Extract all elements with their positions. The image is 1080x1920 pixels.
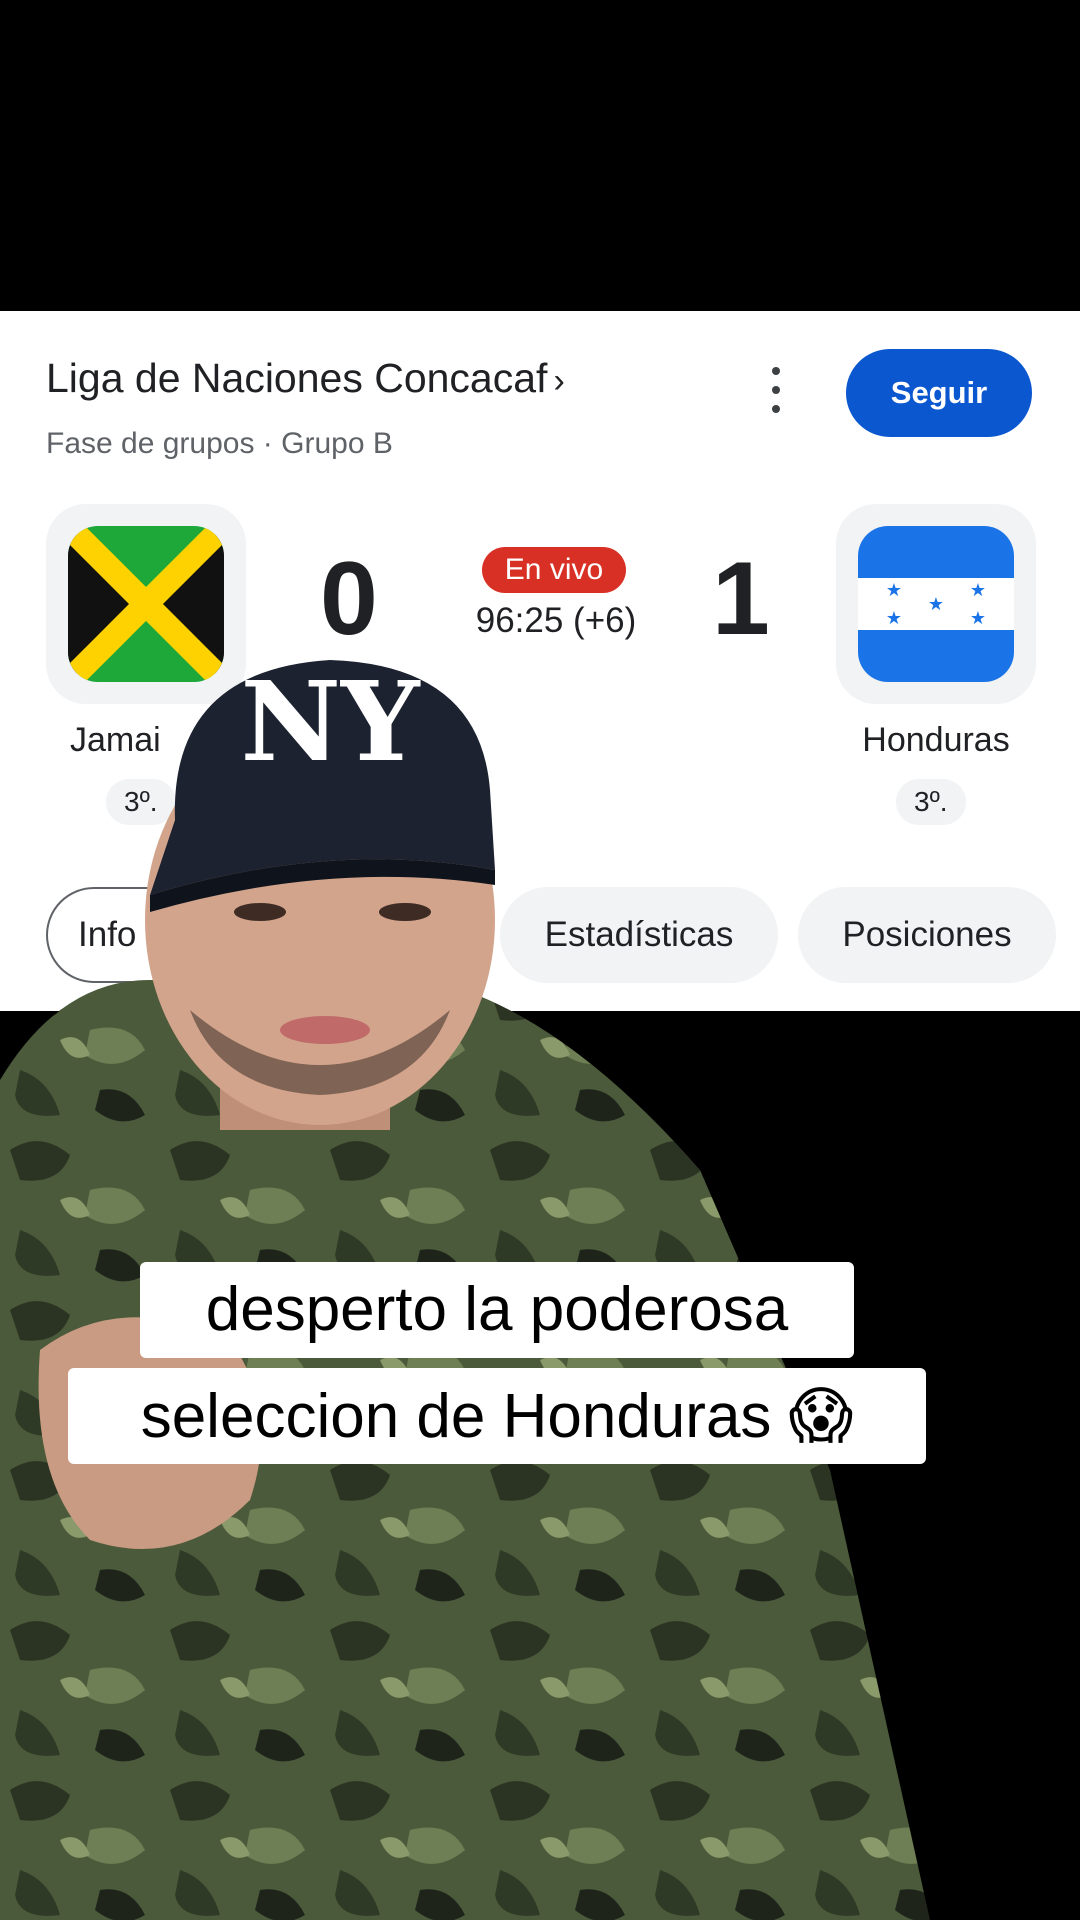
svg-text:★: ★ bbox=[970, 608, 986, 629]
home-score: 0 bbox=[320, 541, 378, 657]
svg-text:NY: NY bbox=[240, 657, 421, 786]
screaming-face-icon: 😱 bbox=[788, 1379, 854, 1452]
more-vert-icon[interactable] bbox=[764, 367, 788, 413]
league-title: Liga de Naciones Concacaf bbox=[46, 355, 548, 401]
svg-text:★: ★ bbox=[970, 580, 986, 601]
chevron-right-icon: › bbox=[553, 362, 565, 400]
svg-text:★: ★ bbox=[886, 608, 902, 629]
away-score: 1 bbox=[712, 541, 770, 657]
match-clock: 96:25 (+6) bbox=[475, 601, 637, 640]
caption-line-1: desperto la poderosa bbox=[140, 1262, 854, 1358]
league-stage: Fase de grupos · Grupo B bbox=[46, 427, 393, 460]
caption-line-2: seleccion de Honduras 😱 bbox=[68, 1368, 926, 1464]
follow-button[interactable]: Seguir bbox=[846, 349, 1032, 437]
live-badge: En vivo bbox=[482, 547, 626, 593]
video-top-background bbox=[0, 0, 1080, 311]
league-title-link[interactable]: Liga de Naciones Concacaf › bbox=[46, 355, 565, 402]
svg-text:★: ★ bbox=[886, 580, 902, 601]
svg-text:★: ★ bbox=[928, 594, 944, 615]
caption-line-2-text: seleccion de Honduras bbox=[140, 1382, 772, 1451]
